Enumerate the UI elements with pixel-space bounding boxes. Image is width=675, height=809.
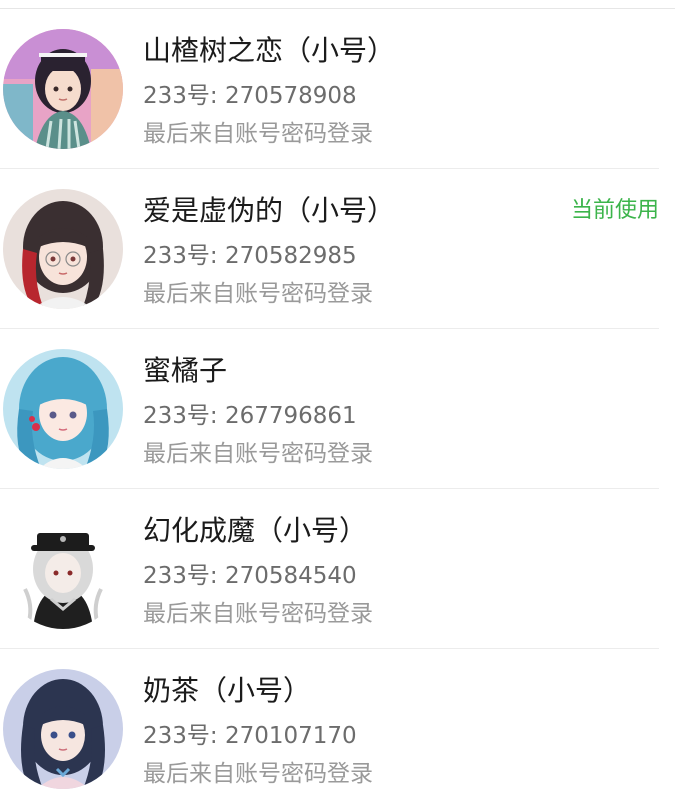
account-nickname: 山楂树之恋（小号） <box>143 34 396 67</box>
avatar <box>3 349 123 469</box>
account-id: 233号: 270582985 <box>143 243 357 269</box>
account-id: 233号: 270584540 <box>143 563 357 589</box>
account-nickname: 爱是虚伪的（小号） <box>143 194 396 227</box>
account-nickname: 蜜橘子 <box>143 354 228 387</box>
account-row[interactable]: 爱是虚伪的（小号） 当前使用 233号: 270582985 最后来自账号密码登… <box>0 169 659 329</box>
avatar <box>3 29 123 149</box>
account-row[interactable]: 山楂树之恋（小号） 233号: 270578908 最后来自账号密码登录 <box>0 9 659 169</box>
account-id: 233号: 267796861 <box>143 403 357 429</box>
last-login-method: 最后来自账号密码登录 <box>143 761 373 787</box>
last-login-method: 最后来自账号密码登录 <box>143 601 373 627</box>
avatar <box>3 189 123 309</box>
account-id: 233号: 270578908 <box>143 83 357 109</box>
account-nickname: 奶茶（小号） <box>143 674 312 707</box>
account-row[interactable]: 蜜橘子 233号: 267796861 最后来自账号密码登录 <box>0 329 659 489</box>
account-nickname: 幻化成魔（小号） <box>143 514 368 547</box>
last-login-method: 最后来自账号密码登录 <box>143 281 373 307</box>
account-row[interactable]: 幻化成魔（小号） 233号: 270584540 最后来自账号密码登录 <box>0 489 659 649</box>
account-list: 山楂树之恋（小号） 233号: 270578908 最后来自账号密码登录 爱是虚… <box>0 9 675 809</box>
account-row[interactable]: 奶茶（小号） 233号: 270107170 最后来自账号密码登录 <box>0 649 659 809</box>
last-login-method: 最后来自账号密码登录 <box>143 121 373 147</box>
account-id: 233号: 270107170 <box>143 723 357 749</box>
current-account-badge: 当前使用 <box>570 198 659 223</box>
last-login-method: 最后来自账号密码登录 <box>143 441 373 467</box>
avatar <box>3 509 123 629</box>
avatar <box>3 669 123 789</box>
